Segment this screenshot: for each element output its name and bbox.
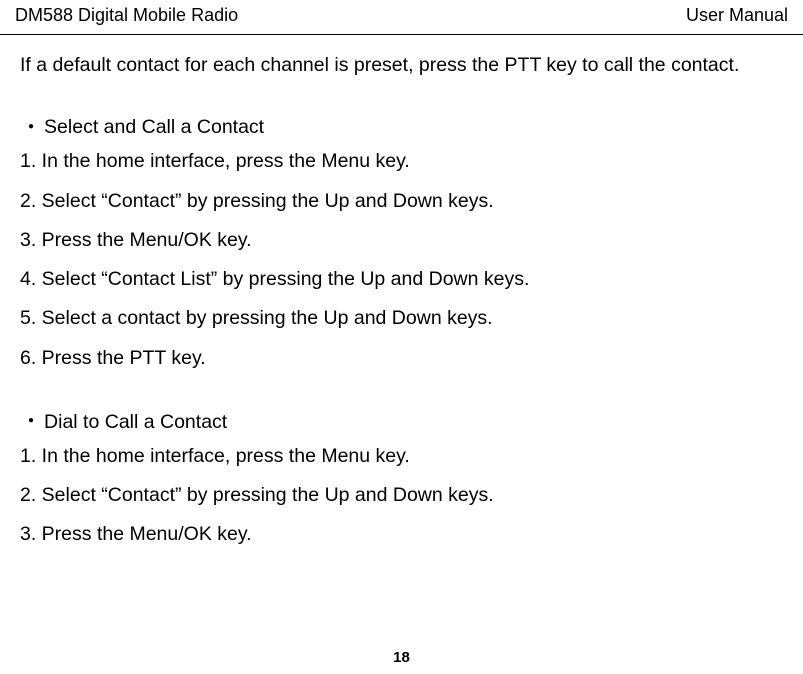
intro-paragraph: If a default contact for each channel is… — [20, 53, 783, 78]
header-doc-type: User Manual — [686, 5, 788, 26]
step-item: 1. In the home interface, press the Menu… — [20, 442, 783, 470]
step-item: 3. Press the Menu/OK key. — [20, 520, 783, 548]
step-item: 6. Press the PTT key. — [20, 344, 783, 372]
section-title-dial-call: Dial to Call a Contact — [20, 411, 783, 434]
step-item: 3. Press the Menu/OK key. — [20, 226, 783, 254]
header-product-name: DM588 Digital Mobile Radio — [15, 5, 238, 26]
step-item: 4. Select “Contact List” by pressing the… — [20, 265, 783, 293]
step-item: 5. Select a contact by pressing the Up a… — [20, 304, 783, 332]
step-item: 2. Select “Contact” by pressing the Up a… — [20, 481, 783, 509]
step-item: 2. Select “Contact” by pressing the Up a… — [20, 187, 783, 215]
page-number: 18 — [0, 649, 803, 666]
section-title-select-call: Select and Call a Contact — [20, 116, 783, 139]
section-spacer — [20, 383, 783, 411]
page-content: If a default contact for each channel is… — [0, 35, 803, 549]
section-title-text: Select and Call a Contact — [44, 116, 264, 138]
page-header: DM588 Digital Mobile Radio User Manual — [0, 0, 803, 35]
section-title-text: Dial to Call a Contact — [44, 411, 227, 433]
step-item: 1. In the home interface, press the Menu… — [20, 147, 783, 175]
